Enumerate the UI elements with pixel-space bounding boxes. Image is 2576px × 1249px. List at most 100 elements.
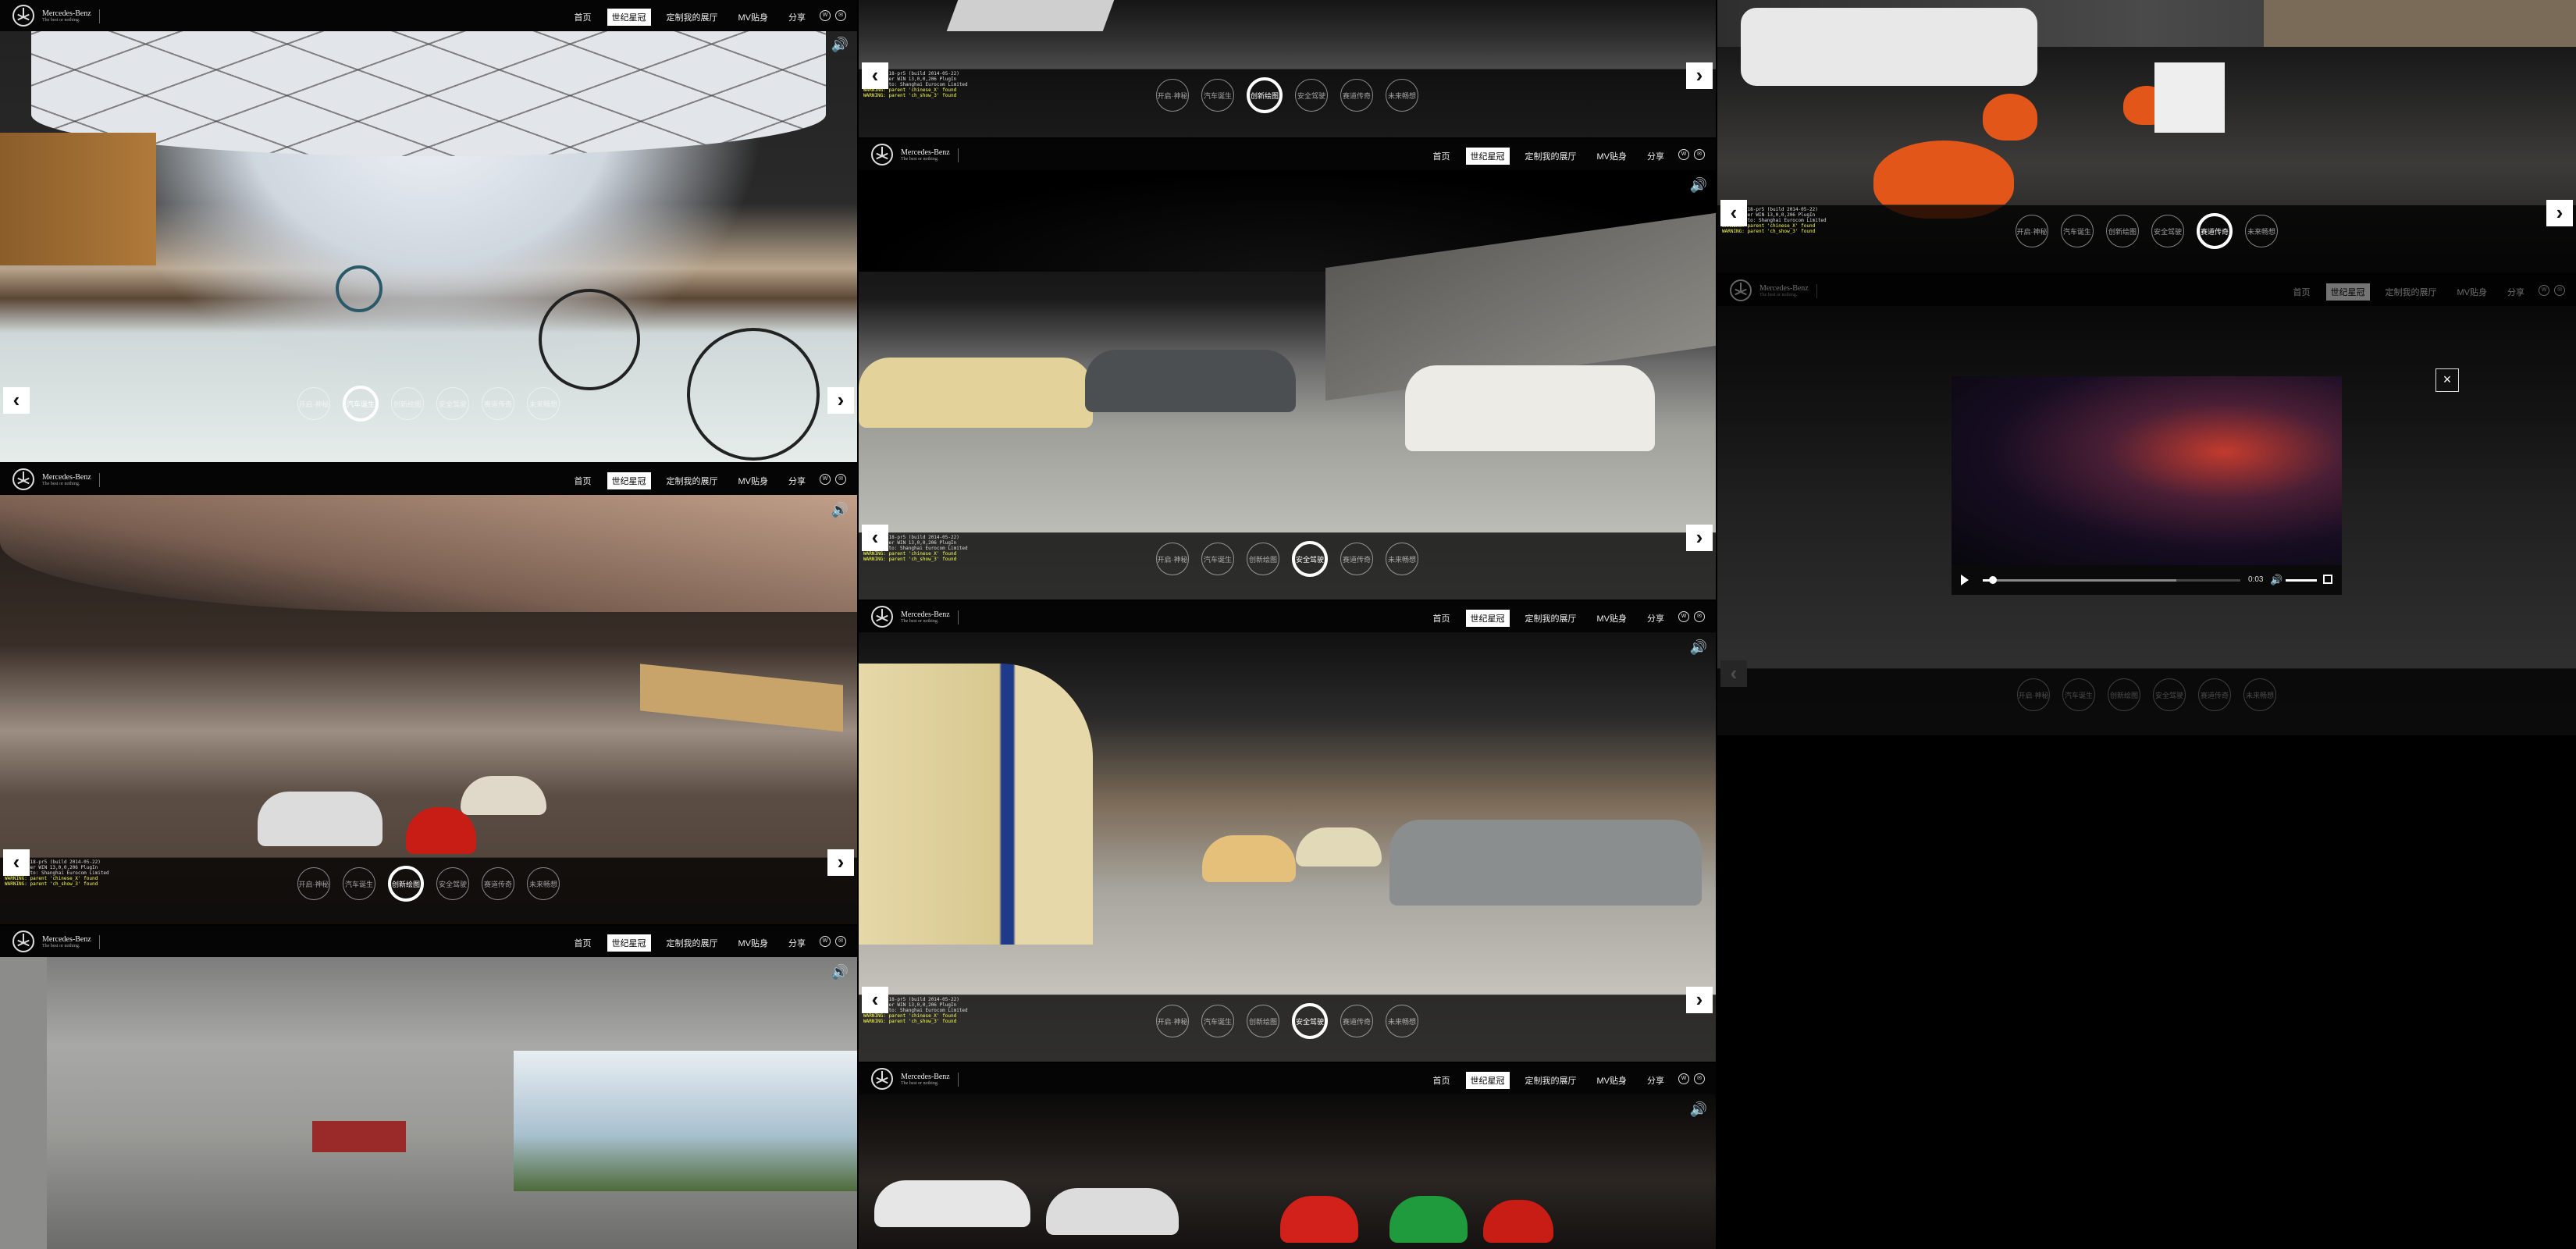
chapter-dot[interactable]: 开启·神秘 [1156,543,1189,575]
nav-share[interactable]: 分享 [1642,1072,1669,1089]
nav-mv[interactable]: MV贴身 [734,472,774,489]
wechat-icon[interactable]: ✉ [835,10,846,21]
chapter-dot[interactable]: 未来畅想 [1386,79,1418,112]
chevron-right-icon[interactable]: › [827,849,854,876]
chapter-dot[interactable]: 汽车诞生 [2061,215,2094,247]
nav-share[interactable]: 分享 [1642,148,1669,165]
nav-future[interactable]: 定制我的展厅 [662,472,723,489]
nav-mv[interactable]: MV贴身 [734,934,774,952]
weibo-icon[interactable]: W [820,936,831,947]
chapter-dot[interactable]: 赛道传奇 [482,387,514,420]
video-scrub-handle[interactable] [1989,576,1998,584]
nav-century[interactable]: 世纪星冠 [607,934,651,952]
fullscreen-icon[interactable] [2323,575,2332,584]
nav-home[interactable]: 首页 [1429,148,1455,165]
chapter-dot[interactable]: 汽车诞生 [1201,543,1234,575]
nav-century[interactable]: 世纪星冠 [1465,610,1510,627]
play-icon[interactable] [1961,575,1969,585]
volume-slider[interactable] [2286,579,2317,582]
video-progress-track[interactable] [1983,576,2240,584]
nav-home[interactable]: 首页 [570,934,596,952]
panorama-scene-racecars[interactable] [859,1094,1716,1249]
chapter-dot[interactable]: 创新绘图 [391,387,424,420]
chapter-dot[interactable]: 赛道传奇 [482,867,514,900]
wechat-icon[interactable]: ✉ [835,474,846,485]
chapter-dot[interactable]: 汽车诞生 [343,867,375,900]
volume-icon[interactable]: 🔊 [2270,574,2282,586]
nav-future[interactable]: 定制我的展厅 [1521,148,1582,165]
nav-mv[interactable]: MV贴身 [1592,148,1632,165]
nav-century[interactable]: 世纪星冠 [607,472,651,489]
wechat-icon[interactable]: ✉ [1694,1073,1705,1084]
chapter-dot[interactable]: 汽车诞生 [1201,79,1234,112]
chapter-dot-active[interactable]: 创新绘图 [1247,77,1283,113]
chevron-right-icon[interactable]: › [1686,987,1713,1013]
chapter-dot[interactable]: 开启·神秘 [1156,1005,1189,1037]
weibo-icon[interactable]: W [1678,149,1689,160]
chapter-dot[interactable]: 汽车诞生 [1201,1005,1234,1037]
nav-century[interactable]: 世纪星冠 [1465,148,1510,165]
chevron-left-icon[interactable]: ‹ [862,62,888,89]
weibo-icon[interactable]: W [820,474,831,485]
chevron-right-icon[interactable]: › [1686,62,1713,89]
chapter-dot[interactable]: 开启·神秘 [297,387,330,420]
wechat-icon[interactable]: ✉ [1694,611,1705,622]
mercedes-star-logo-icon[interactable] [871,144,893,165]
wechat-icon[interactable]: ✉ [1694,149,1705,160]
chevron-right-icon[interactable]: › [827,387,854,414]
chapter-dot[interactable]: 未来畅想 [1386,1005,1418,1037]
speaker-icon[interactable]: 🔊 [831,963,849,980]
chapter-dot[interactable]: 创新绘图 [1247,543,1279,575]
nav-future[interactable]: 定制我的展厅 [1521,610,1582,627]
weibo-icon[interactable]: W [1678,1073,1689,1084]
chapter-dot[interactable]: 创新绘图 [1247,1005,1279,1037]
nav-mv[interactable]: MV贴身 [1592,610,1632,627]
weibo-icon[interactable]: W [1678,611,1689,622]
weibo-icon[interactable]: W [820,10,831,21]
speaker-icon[interactable]: 🔊 [831,36,849,53]
wechat-icon[interactable]: ✉ [835,936,846,947]
chevron-left-icon[interactable]: ‹ [3,849,30,876]
chapter-dot[interactable]: 创新绘图 [2106,215,2139,247]
nav-century[interactable]: 世纪星冠 [607,9,651,26]
chapter-dot[interactable]: 安全驾驶 [2151,215,2184,247]
chapter-dot[interactable]: 未来畅想 [527,387,560,420]
nav-home[interactable]: 首页 [570,472,596,489]
chevron-left-icon[interactable]: ‹ [1720,200,1747,226]
nav-future[interactable]: 定制我的展厅 [1521,1072,1582,1089]
chevron-left-icon[interactable]: ‹ [862,987,888,1013]
chapter-dot-active[interactable]: 创新绘图 [388,866,424,902]
speaker-icon[interactable]: 🔊 [831,501,849,518]
nav-share[interactable]: 分享 [784,934,810,952]
panorama-scene-atrium[interactable] [0,957,857,1249]
mercedes-star-logo-icon[interactable] [12,5,34,27]
video-player[interactable]: 0:03 🔊 [1952,376,2342,595]
chapter-dot[interactable]: 开启·神秘 [2016,215,2048,247]
chapter-dot-active[interactable]: 安全驾驶 [1292,1003,1328,1039]
video-frame[interactable] [1952,376,2342,565]
mercedes-star-logo-icon[interactable] [12,931,34,952]
nav-future[interactable]: 定制我的展厅 [662,9,723,26]
speaker-icon[interactable]: 🔊 [1689,176,1708,194]
nav-home[interactable]: 首页 [570,9,596,26]
mercedes-star-logo-icon[interactable] [12,468,34,490]
nav-century[interactable]: 世纪星冠 [1465,1072,1510,1089]
speaker-icon[interactable]: 🔊 [1689,639,1708,656]
chapter-dot[interactable]: 未来畅想 [527,867,560,900]
chapter-dot[interactable]: 安全驾驶 [436,867,469,900]
chapter-dot[interactable]: 赛道传奇 [1340,79,1373,112]
chevron-right-icon[interactable]: › [1686,525,1713,551]
nav-home[interactable]: 首页 [1429,610,1455,627]
nav-share[interactable]: 分享 [784,472,810,489]
chapter-dot[interactable]: 开启·神秘 [297,867,330,900]
chapter-dot[interactable]: 赛道传奇 [1340,543,1373,575]
mercedes-star-logo-icon[interactable] [871,606,893,628]
nav-future[interactable]: 定制我的展厅 [662,934,723,952]
chapter-dot[interactable]: 开启·神秘 [1156,79,1189,112]
chevron-left-icon[interactable]: ‹ [862,525,888,551]
nav-home[interactable]: 首页 [1429,1072,1455,1089]
nav-share[interactable]: 分享 [1642,610,1669,627]
mercedes-star-logo-icon[interactable] [871,1068,893,1090]
chapter-dot[interactable]: 未来畅想 [2245,215,2278,247]
speaker-icon[interactable]: 🔊 [1689,1101,1708,1118]
